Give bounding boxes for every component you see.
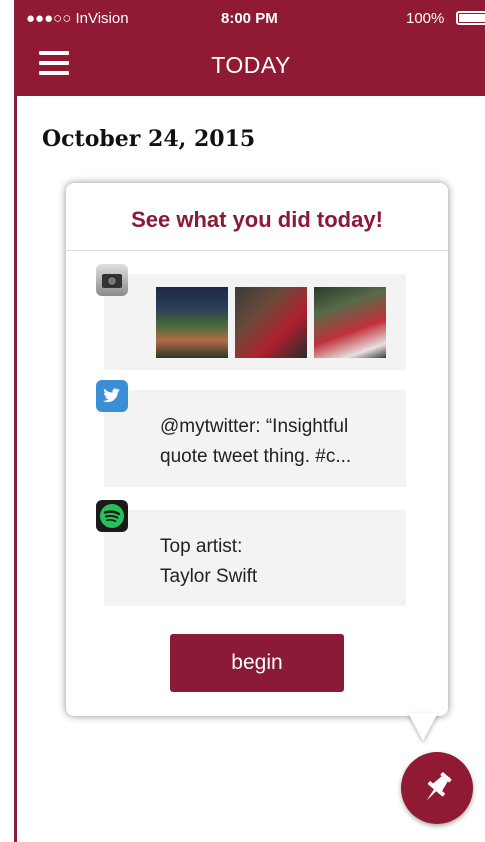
photos-section[interactable]: [96, 264, 406, 370]
photo-thumbnail-selfie[interactable]: [235, 287, 307, 358]
card-pointer: [408, 713, 438, 741]
twitter-icon: [96, 380, 128, 412]
status-bar: ●●●○○ InVision 8:00 PM 100%: [26, 10, 485, 28]
carrier-label: ●●●○○ InVision: [26, 10, 129, 27]
camera-icon: [96, 264, 128, 296]
battery-icon: [456, 11, 485, 25]
photo-thumbnail-stadium[interactable]: [156, 287, 228, 358]
music-section[interactable]: Top artist: Taylor Swift: [96, 500, 406, 606]
tweet-section[interactable]: @mytwitter: “Insightful quote tweet thin…: [96, 380, 406, 487]
spotify-icon: [96, 500, 128, 532]
pin-fab-button[interactable]: [401, 752, 473, 824]
card-title: See what you did today!: [131, 207, 383, 232]
tweet-text: @mytwitter: “Insightful quote tweet thin…: [160, 416, 352, 467]
top-artist-label: Top artist:: [160, 536, 243, 557]
app-bar: ●●●○○ InVision 8:00 PM 100% TODAY: [17, 0, 485, 96]
card-divider: [66, 250, 448, 251]
page-title: TODAY: [211, 52, 291, 78]
left-edge-rule: [14, 0, 17, 842]
begin-button[interactable]: begin: [170, 634, 344, 692]
photo-thumbnail-group[interactable]: [314, 287, 386, 358]
battery-percent: 100%: [406, 10, 445, 27]
clock: 8:00 PM: [221, 10, 278, 27]
pushpin-icon: [426, 772, 452, 801]
music-summary: Top artist: Taylor Swift: [160, 532, 392, 592]
top-artist-name: Taylor Swift: [160, 566, 258, 587]
daily-summary-card: See what you did today! @mytwitter: “Ins…: [66, 183, 448, 716]
date-heading: October 24, 2015: [42, 126, 256, 152]
